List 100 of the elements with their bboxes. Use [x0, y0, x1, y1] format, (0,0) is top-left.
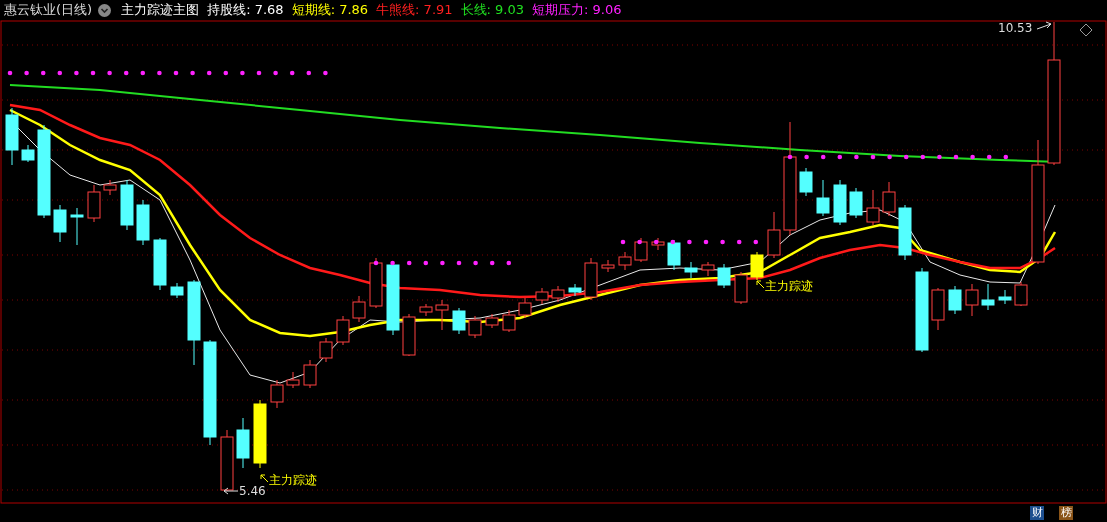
pressure-dot — [937, 154, 942, 160]
pressure-dot — [953, 154, 959, 160]
candlestick — [618, 251, 632, 271]
pressure-dot — [506, 260, 512, 266]
pressure-dot — [920, 154, 926, 160]
pressure-dot — [223, 70, 229, 76]
signal-label: 主力踪迹 — [765, 279, 813, 293]
candlestick — [684, 261, 698, 279]
candlestick — [103, 179, 117, 196]
candlestick — [634, 237, 648, 263]
candlestick — [701, 261, 715, 277]
pressure-dot — [653, 239, 659, 245]
pressure-dot — [173, 70, 179, 76]
arrow-icon — [1036, 21, 1052, 30]
candlestick — [816, 179, 830, 217]
pressure-dot — [256, 70, 262, 76]
pressure-dot — [703, 239, 709, 245]
pressure-dot — [870, 154, 876, 160]
candlestick — [485, 313, 499, 329]
pressure-dot — [456, 260, 462, 266]
pressure-dot — [157, 70, 162, 76]
candlestick — [87, 184, 101, 223]
candlestick — [502, 309, 516, 333]
candlestick — [120, 179, 134, 231]
pressure-dot — [273, 70, 278, 76]
pressure-dot — [140, 70, 146, 76]
pressure-dot — [887, 154, 892, 160]
footer-badge[interactable]: 榜 — [1059, 506, 1073, 520]
indicator-readout: 长线: 9.03 — [460, 1, 525, 19]
pressure-dot — [903, 154, 909, 160]
candlestick — [898, 204, 912, 261]
candlestick — [998, 289, 1012, 305]
pressure-dot — [489, 260, 495, 266]
pressure-dot — [373, 260, 379, 266]
candlestick — [319, 337, 333, 363]
indicator-readout: 持股线: 7.68 — [207, 1, 284, 19]
pressure-dot — [440, 260, 445, 266]
candlestick — [303, 359, 317, 389]
candlestick — [948, 285, 962, 315]
indicator-readout: 短期线: 7.86 — [291, 1, 369, 19]
candlestick — [981, 283, 995, 311]
signal-label: 主力踪迹 — [269, 473, 317, 487]
candlestick — [734, 271, 748, 305]
pressure-dot — [670, 239, 676, 245]
pressure-dot — [7, 70, 13, 76]
candlestick — [253, 399, 267, 469]
pressure-dot — [1003, 154, 1009, 160]
candlestick — [767, 211, 781, 259]
candlestick — [435, 299, 449, 331]
indicator-readout: 牛熊线: 7.91 — [376, 1, 453, 19]
candlestick — [601, 259, 615, 273]
pressure-dot — [804, 154, 809, 160]
arrow-icon — [756, 280, 765, 289]
pressure-dot — [289, 70, 295, 76]
candlestick — [136, 199, 150, 246]
candlestick — [651, 237, 665, 251]
pressure-dot — [406, 260, 412, 266]
candlestick — [551, 285, 565, 303]
candlestick — [667, 239, 681, 271]
candlestick — [849, 187, 863, 219]
pressure-dot — [720, 239, 725, 245]
candlestick — [21, 144, 35, 163]
pressure-dot — [206, 70, 212, 76]
pressure-dot — [40, 70, 46, 76]
pressure-dot — [736, 239, 742, 245]
pressure-dot — [986, 154, 992, 160]
candlestick — [799, 167, 813, 197]
pressure-dot — [240, 70, 245, 76]
pressure-dot — [423, 260, 429, 266]
candlestick — [369, 257, 383, 309]
candlestick — [419, 303, 433, 317]
pressure-dot — [837, 154, 843, 160]
pressure-dot — [90, 70, 96, 76]
arrow-icon — [260, 474, 269, 483]
pressure-dot — [57, 70, 63, 76]
candlestick — [402, 313, 416, 357]
candlestick — [153, 237, 167, 291]
candlestick — [750, 251, 764, 281]
candlestick — [568, 283, 582, 297]
indicator-name: 主力踪迹主图 — [121, 1, 200, 19]
footer-badge[interactable]: 财 — [1030, 506, 1044, 520]
pressure-dot — [24, 70, 29, 76]
pressure-dot — [473, 260, 478, 266]
candlestick — [833, 179, 847, 226]
pressure-dot — [323, 70, 328, 76]
pressure-dot — [687, 239, 692, 245]
high-price-label: 10.53 — [998, 21, 1033, 35]
pressure-dot — [753, 239, 759, 245]
candlestick — [584, 257, 598, 301]
candlestick — [270, 379, 284, 409]
arrow-icon — [223, 487, 239, 495]
dropdown-icon[interactable] — [98, 3, 112, 17]
pressure-dot — [123, 70, 129, 76]
candlestick — [170, 282, 184, 299]
candlestick — [220, 429, 234, 492]
candlestick — [5, 107, 19, 166]
pressure-dot — [74, 70, 79, 76]
pressure-dot — [306, 70, 312, 76]
diamond-icon[interactable] — [1079, 23, 1093, 37]
candlestick — [717, 263, 731, 289]
